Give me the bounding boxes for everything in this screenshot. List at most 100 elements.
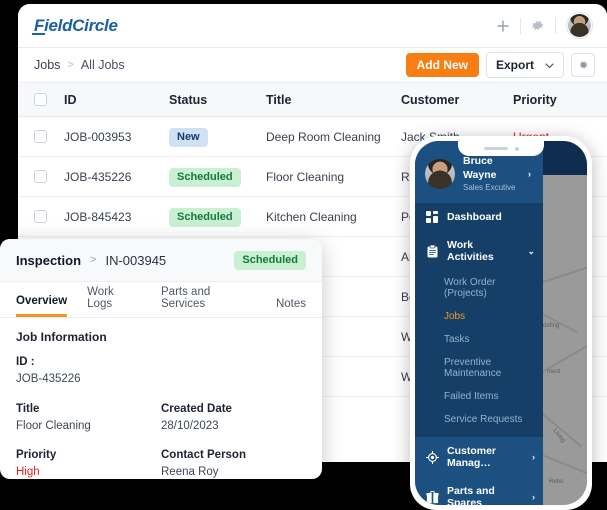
cell-id: JOB-845423	[64, 209, 132, 224]
mobile-phone-mockup: oofing ment Living Rebo Bruce Wayne Sale…	[410, 136, 592, 510]
topbar-actions	[489, 12, 593, 40]
phone-camera	[514, 146, 519, 151]
row-checkbox[interactable]	[34, 170, 47, 183]
box-icon	[425, 491, 439, 504]
phone-notch	[458, 141, 544, 156]
cell-title: Deep Room Cleaning	[266, 129, 381, 144]
breadcrumb-separator: >	[67, 59, 74, 71]
field-label: Priority	[16, 449, 57, 461]
cell-status: Scheduled	[169, 167, 266, 187]
nav-item-dashboard[interactable]: Dashboard	[415, 203, 543, 232]
app-logo: FieldCircle	[34, 15, 118, 35]
inspection-detail-panel: Inspection > IN-003945 Scheduled Overvie…	[0, 239, 322, 479]
clipboard-icon	[425, 244, 439, 258]
inspection-separator: >	[90, 254, 97, 266]
field-label: ID :	[16, 356, 35, 368]
nav-subitem-work-order[interactable]: Work Order (Projects)	[415, 271, 543, 305]
mobile-nav-drawer: Bruce Wayne Sales Excutive › Dashboard W…	[415, 141, 543, 505]
inspection-body: Job Information ID : JOB-435226 Title Fl…	[0, 318, 322, 479]
nav-label: Customer Manag…	[447, 445, 497, 470]
map-label: Rebo	[549, 479, 564, 485]
tab-work-logs[interactable]: Work Logs	[87, 286, 141, 317]
target-icon	[425, 450, 439, 464]
field-label: Title	[16, 402, 40, 415]
column-header-title[interactable]: Title	[266, 93, 401, 107]
app-topbar: FieldCircle	[18, 4, 607, 48]
user-role: Sales Excutive	[463, 183, 516, 193]
inspection-status-cell: Scheduled	[234, 250, 306, 270]
field-title: Title Floor Cleaning	[16, 401, 161, 436]
phone-screen: oofing ment Living Rebo Bruce Wayne Sale…	[415, 141, 587, 505]
export-label: Export	[495, 58, 534, 72]
field-priority: Priority High	[16, 447, 161, 479]
divider	[555, 17, 556, 34]
cell-title: Floor Cleaning	[266, 169, 345, 184]
nav-subitem-tasks[interactable]: Tasks	[415, 328, 543, 351]
tab-overview[interactable]: Overview	[16, 295, 68, 317]
breadcrumb-actions: Add New Export	[405, 52, 595, 78]
field-value: JOB-435226	[16, 373, 81, 386]
plus-icon[interactable]	[489, 12, 517, 40]
field-value: Reena Roy	[161, 466, 219, 479]
column-header-customer[interactable]: Customer	[401, 93, 513, 107]
nav-subitem-failed-items[interactable]: Failed Items	[415, 385, 543, 408]
field-id: ID : JOB-435226	[16, 354, 306, 389]
nav-subitem-preventive-maintenance[interactable]: Preventive Maintenance	[415, 351, 543, 385]
status-badge: Scheduled	[234, 251, 306, 270]
column-header-priority[interactable]: Priority	[513, 93, 591, 107]
status-badge: Scheduled	[169, 207, 241, 227]
breadcrumb-bar: Jobs > All Jobs Add New Export	[18, 48, 607, 83]
section-title: Job Information	[16, 330, 107, 344]
user-name: Bruce Wayne	[463, 155, 497, 181]
chevron-down-icon: ⌄	[527, 245, 535, 256]
add-new-button[interactable]: Add New	[405, 53, 479, 77]
nav-subitem-service-requests[interactable]: Service Requests	[415, 408, 543, 431]
breadcrumb-root[interactable]: Jobs	[34, 58, 60, 72]
row-checkbox[interactable]	[34, 210, 47, 223]
phone-speaker	[483, 147, 508, 150]
field-value: High	[16, 466, 40, 479]
nav-label: Work Activities	[447, 239, 494, 264]
map-label: oofing	[543, 323, 560, 329]
user-avatar-image	[568, 14, 591, 37]
job-information-grid: ID : JOB-435226 Title Floor Cleaning Cre…	[16, 354, 306, 479]
tab-notes[interactable]: Notes	[276, 298, 306, 317]
field-created-date: Created Date 28/10/2023	[161, 401, 306, 436]
nav-label: Parts and Spares	[447, 485, 495, 505]
gear-icon[interactable]	[524, 12, 552, 40]
status-badge: New	[169, 127, 208, 147]
cell-id: JOB-003953	[64, 129, 132, 144]
inspection-tabs: Overview Work Logs Parts and Services No…	[0, 282, 322, 318]
column-header-status[interactable]: Status	[169, 93, 266, 107]
cell-id: JOB-435226	[64, 169, 132, 184]
field-label: Contact Person	[161, 449, 246, 461]
row-checkbox[interactable]	[34, 130, 47, 143]
select-all-checkbox[interactable]	[34, 93, 47, 106]
column-header-id[interactable]: ID	[64, 93, 169, 107]
map-label: ment	[547, 369, 561, 375]
cell-title: Kitchen Cleaning	[266, 209, 357, 224]
row-select-cell	[34, 170, 64, 183]
row-select-cell	[34, 210, 64, 223]
export-button[interactable]: Export	[485, 52, 564, 78]
row-select-cell	[34, 130, 64, 143]
status-badge: Scheduled	[169, 167, 241, 187]
chevron-right-icon: ›	[532, 492, 535, 503]
field-value: 28/10/2023	[161, 419, 219, 432]
nav-label: Dashboard	[447, 211, 502, 224]
nav-item-parts-and-spares[interactable]: Parts and Spares ›	[415, 477, 543, 505]
dashboard-icon	[425, 211, 439, 224]
nav-item-customer-management[interactable]: Customer Manag… ›	[415, 437, 543, 477]
field-label: Created Date	[161, 402, 232, 415]
chevron-down-icon	[545, 58, 554, 72]
user-avatar-image	[425, 159, 455, 190]
nav-subitem-jobs[interactable]: Jobs	[415, 305, 543, 328]
chevron-right-icon: ›	[528, 169, 531, 180]
select-all-cell	[34, 93, 64, 106]
user-info: Bruce Wayne Sales Excutive	[463, 155, 520, 193]
avatar[interactable]	[566, 12, 593, 39]
tab-parts-and-services[interactable]: Parts and Services	[161, 286, 256, 317]
table-settings-button[interactable]	[571, 53, 595, 77]
inspection-header: Inspection > IN-003945 Scheduled	[0, 239, 322, 282]
nav-item-work-activities[interactable]: Work Activities ⌄	[415, 231, 543, 272]
